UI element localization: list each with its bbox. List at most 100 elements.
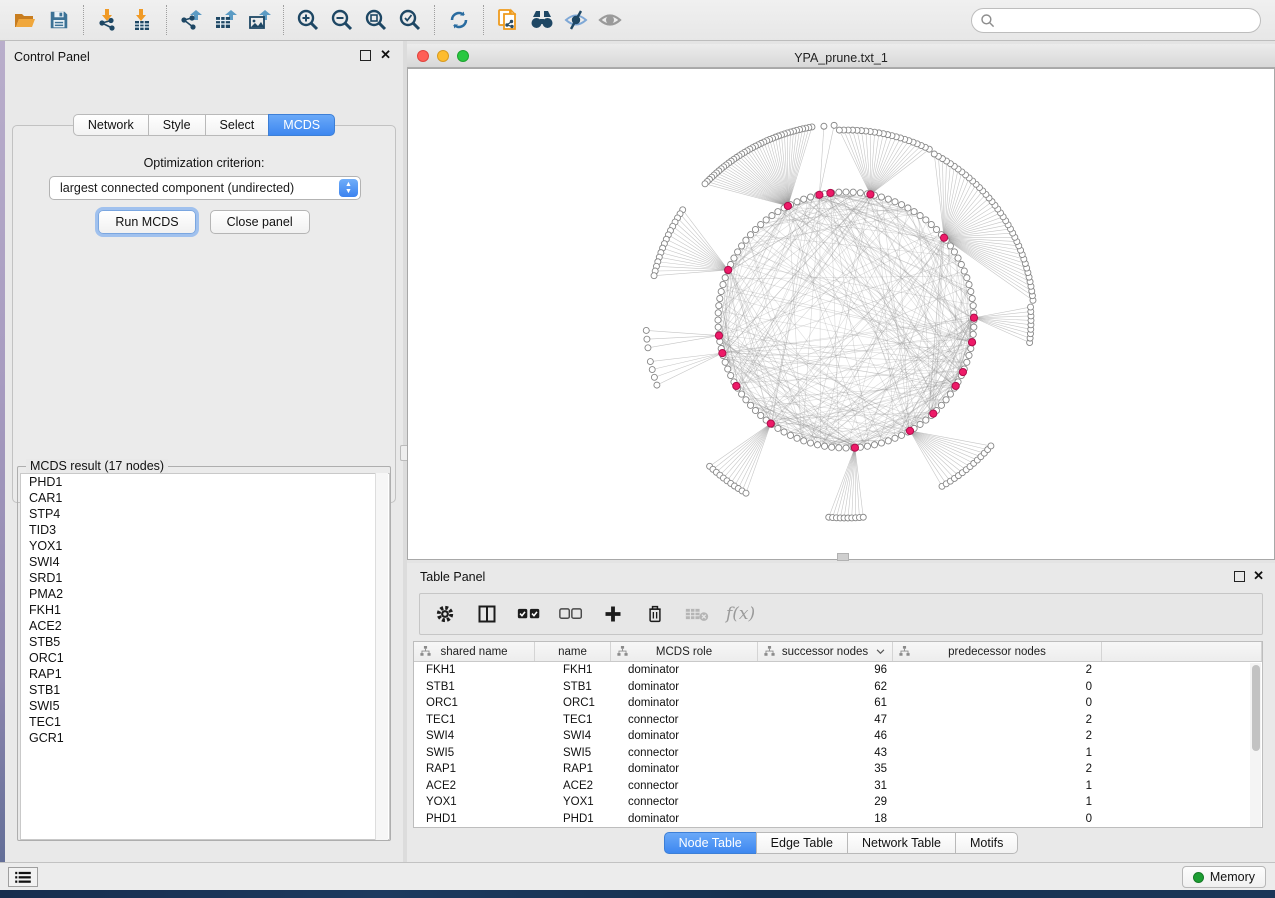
network-graph[interactable] [408,69,1274,559]
zoom-fit-button[interactable] [359,3,393,37]
import-network-button[interactable] [91,3,125,37]
sort-chevron-icon [876,649,885,655]
column-header-shared-name[interactable]: shared name [414,642,535,661]
zoom-out-button[interactable] [325,3,359,37]
cell-successor-nodes: 18 [758,813,893,825]
table-row[interactable]: SWI5SWI5connector431 [414,745,1262,762]
table-row[interactable]: ORC1ORC1dominator610 [414,695,1262,712]
network-splitter-grip[interactable] [837,553,849,561]
float-panel-icon[interactable] [360,50,371,61]
export-network-button[interactable] [174,3,208,37]
mcds-result-item[interactable]: STB5 [21,634,389,650]
export-table-icon [212,7,238,33]
zoom-in-icon [296,8,320,32]
table-tabs: Node TableEdge TableNetwork TableMotifs [407,832,1275,854]
mcds-result-item[interactable]: TID3 [21,522,389,538]
hide-selected-button[interactable] [559,3,593,37]
memory-label: Memory [1210,870,1255,884]
column-header-successor-nodes[interactable]: successor nodes [758,642,893,661]
table-row[interactable]: PHD1PHD1dominator180 [414,811,1262,828]
refresh-layout-button[interactable] [442,3,476,37]
column-layout-button[interactable] [474,601,500,627]
mcds-result-item[interactable]: PHD1 [21,474,389,490]
mcds-result-item[interactable]: PMA2 [21,586,389,602]
refresh-icon [447,8,471,32]
tab-edge-table[interactable]: Edge Table [756,832,847,854]
plus-icon [603,604,623,624]
tab-select[interactable]: Select [205,114,269,136]
select-all-rows-button[interactable] [516,601,542,627]
table-settings-button[interactable] [432,601,458,627]
save-session-button[interactable] [42,3,76,37]
export-image-button[interactable] [242,3,276,37]
zoom-selected-button[interactable] [393,3,427,37]
cell-shared-name: ORC1 [414,697,535,709]
close-panel-button[interactable]: Close panel [210,210,310,234]
search-input[interactable] [996,11,1260,31]
table-scrollbar-thumb[interactable] [1252,665,1260,751]
column-type-icon [899,646,910,657]
mcds-result-item[interactable]: ORC1 [21,650,389,666]
memory-button[interactable]: Memory [1182,866,1266,888]
column-type-icon [764,646,775,657]
column-header-predecessor-nodes[interactable]: predecessor nodes [893,642,1102,661]
zoom-in-button[interactable] [291,3,325,37]
mcds-list-scrollbar[interactable] [375,473,388,840]
mcds-result-item[interactable]: STB1 [21,682,389,698]
mcds-result-item[interactable]: SRD1 [21,570,389,586]
mcds-result-item[interactable]: TEC1 [21,714,389,730]
open-session-button[interactable] [8,3,42,37]
mcds-result-list[interactable]: PHD1CAR1STP4TID3YOX1SWI4SRD1PMA2FKH1ACE2… [20,473,390,840]
tab-node-table[interactable]: Node Table [664,832,756,854]
tab-style[interactable]: Style [148,114,205,136]
criterion-selected-value: largest connected component (undirected) [60,181,294,195]
import-table-button[interactable] [125,3,159,37]
table-row[interactable]: TEC1TEC1connector472 [414,712,1262,729]
network-window-titlebar[interactable]: YPA_prune.txt_1 [407,44,1275,68]
cell-mcds-role: dominator [611,763,758,775]
column-header-MCDS-role[interactable]: MCDS role [611,642,758,661]
table-row[interactable]: YOX1YOX1connector291 [414,794,1262,811]
mcds-result-item[interactable]: YOX1 [21,538,389,554]
mcds-result-item[interactable]: SWI4 [21,554,389,570]
export-table-button[interactable] [208,3,242,37]
mcds-result-item[interactable]: CAR1 [21,490,389,506]
table-row[interactable]: ACE2ACE2connector311 [414,778,1262,795]
mcds-result-item[interactable]: SWI5 [21,698,389,714]
search-network-button[interactable] [525,3,559,37]
table-row[interactable]: STB1STB1dominator620 [414,679,1262,696]
table-body: FKH1FKH1dominator962STB1STB1dominator620… [414,662,1262,827]
network-canvas[interactable] [407,68,1275,560]
cell-name: SWI5 [535,747,611,759]
float-table-panel-icon[interactable] [1234,571,1245,582]
criterion-select[interactable]: largest connected component (undirected)… [49,176,361,200]
tab-mcds[interactable]: MCDS [268,114,335,136]
clone-network-button[interactable] [491,3,525,37]
tab-network-table[interactable]: Network Table [847,832,955,854]
close-panel-icon[interactable]: ✕ [380,48,391,62]
show-all-button[interactable] [593,3,627,37]
tab-network[interactable]: Network [73,114,148,136]
column-header-name[interactable]: name [535,642,611,661]
tab-motifs[interactable]: Motifs [955,832,1018,854]
delete-table-button[interactable] [684,601,710,627]
table-scrollbar[interactable] [1250,663,1261,827]
table-row[interactable]: FKH1FKH1dominator962 [414,662,1262,679]
mcds-result-item[interactable]: ACE2 [21,618,389,634]
mcds-result-item[interactable]: GCR1 [21,730,389,746]
mcds-result-item[interactable]: FKH1 [21,602,389,618]
table-row[interactable]: SWI4SWI4dominator462 [414,728,1262,745]
deselect-all-rows-button[interactable] [558,601,584,627]
task-history-button[interactable] [8,867,38,887]
network-search-field[interactable] [971,8,1261,33]
mcds-result-item[interactable]: RAP1 [21,666,389,682]
cell-successor-nodes: 96 [758,664,893,676]
mcds-result-item[interactable]: STP4 [21,506,389,522]
delete-column-button[interactable] [642,601,668,627]
run-mcds-button[interactable]: Run MCDS [98,210,195,234]
close-table-panel-icon[interactable]: ✕ [1253,569,1264,583]
table-row[interactable]: RAP1RAP1dominator352 [414,761,1262,778]
function-builder-button[interactable]: f(x) [726,604,755,624]
cell-successor-nodes: 62 [758,681,893,693]
add-column-button[interactable] [600,601,626,627]
